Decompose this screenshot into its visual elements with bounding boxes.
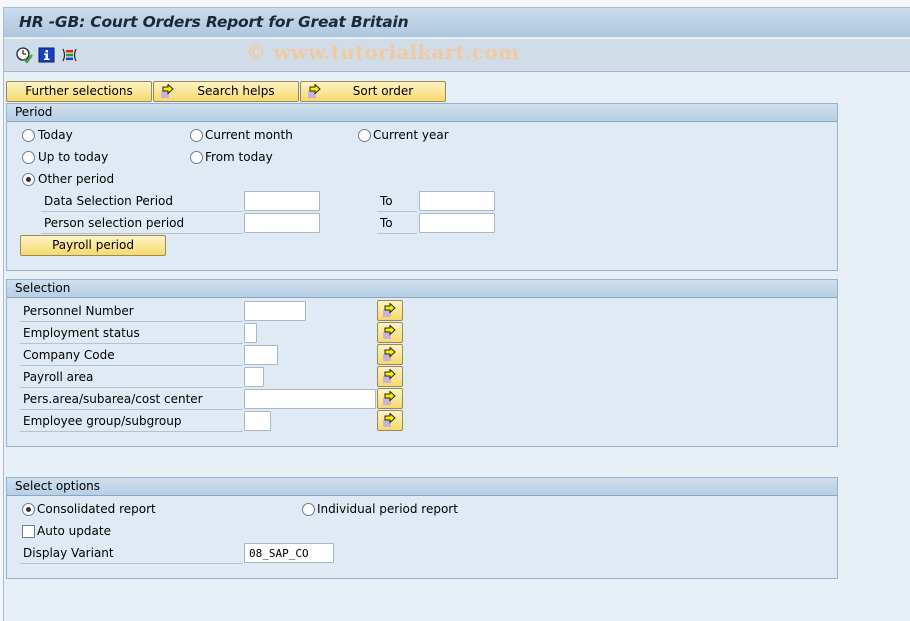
payroll-area-label: Payroll area [20,367,243,388]
payroll-period-button[interactable]: Payroll period [20,235,166,256]
person-selection-period-from-input[interactable] [244,213,320,233]
employment-status-label: Employment status [20,323,243,344]
radio-current-year-label: Current year [373,128,449,142]
further-selections-button[interactable]: Further selections [6,81,152,102]
radio-up-to-today-label: Up to today [38,150,109,164]
data-selection-period-label: Data Selection Period [41,191,243,212]
person-selection-period-label: Person selection period [41,213,243,234]
data-selection-period-from-input[interactable] [244,191,320,211]
radio-up-to-today[interactable] [22,151,35,164]
radio-other-period-label: Other period [38,172,115,186]
pers-area-subarea-cost-center-label: Pers.area/subarea/cost center [20,389,243,410]
employment-status-input[interactable] [244,323,257,343]
title-bar: HR -GB: Court Orders Report for Great Br… [4,8,910,38]
select-options-group-title: Select options [7,478,837,496]
radio-today[interactable] [22,129,35,142]
employee-group-multiple-selection-button[interactable] [377,410,403,431]
pers-area-multiple-selection-button[interactable] [377,388,403,409]
sort-order-label: Sort order [352,84,414,98]
arrow-right-icon [383,347,396,361]
arrow-right-icon [383,413,396,427]
radio-individual-period-report-label: Individual period report [317,502,458,516]
radio-other-period[interactable] [22,173,35,186]
payroll-area-input[interactable] [244,367,264,387]
selection-group-title: Selection [7,280,837,298]
sort-order-button[interactable]: Sort order [300,81,446,102]
personnel-number-input[interactable] [244,301,306,321]
info-icon[interactable] [38,46,56,64]
radio-individual-period-report[interactable] [302,503,315,516]
watermark: © www.tutorialkart.com [246,40,520,64]
further-selections-label: Further selections [25,84,133,98]
radio-from-today[interactable] [190,151,203,164]
pers-area-subarea-cost-center-input[interactable] [244,389,376,409]
page-title: HR -GB: Court Orders Report for Great Br… [19,13,409,31]
radio-from-today-label: From today [205,150,273,164]
select-options-icon[interactable] [61,46,79,64]
auto-update-checkbox[interactable] [22,525,35,538]
arrow-right-icon [383,303,396,317]
payroll-area-multiple-selection-button[interactable] [377,366,403,387]
radio-consolidated-report[interactable] [22,503,35,516]
period-group-title: Period [7,104,837,122]
company-code-multiple-selection-button[interactable] [377,344,403,365]
display-variant-label: Display Variant [20,543,243,564]
employment-status-multiple-selection-button[interactable] [377,322,403,343]
radio-current-month-label: Current month [205,128,293,142]
radio-current-year[interactable] [358,129,371,142]
data-selection-period-to-label: To [377,191,417,212]
personnel-number-multiple-selection-button[interactable] [377,300,403,321]
arrow-right-icon [383,391,396,405]
radio-consolidated-report-label: Consolidated report [37,502,156,516]
arrow-right-icon [383,369,396,383]
person-selection-period-to-input[interactable] [419,213,495,233]
company-code-label: Company Code [20,345,243,366]
employee-group-subgroup-input[interactable] [244,411,271,431]
radio-today-label: Today [38,128,73,142]
arrow-right-icon [383,325,396,339]
person-selection-period-to-label: To [377,213,417,234]
display-variant-input[interactable] [244,543,334,563]
auto-update-label: Auto update [37,524,111,538]
radio-current-month[interactable] [190,129,203,142]
execute-clock-icon[interactable] [15,46,33,64]
search-helps-label: Search helps [197,84,275,98]
personnel-number-label: Personnel Number [20,301,243,322]
search-helps-button[interactable]: Search helps [153,81,299,102]
data-selection-period-to-input[interactable] [419,191,495,211]
company-code-input[interactable] [244,345,278,365]
employee-group-subgroup-label: Employee group/subgroup [20,411,243,432]
